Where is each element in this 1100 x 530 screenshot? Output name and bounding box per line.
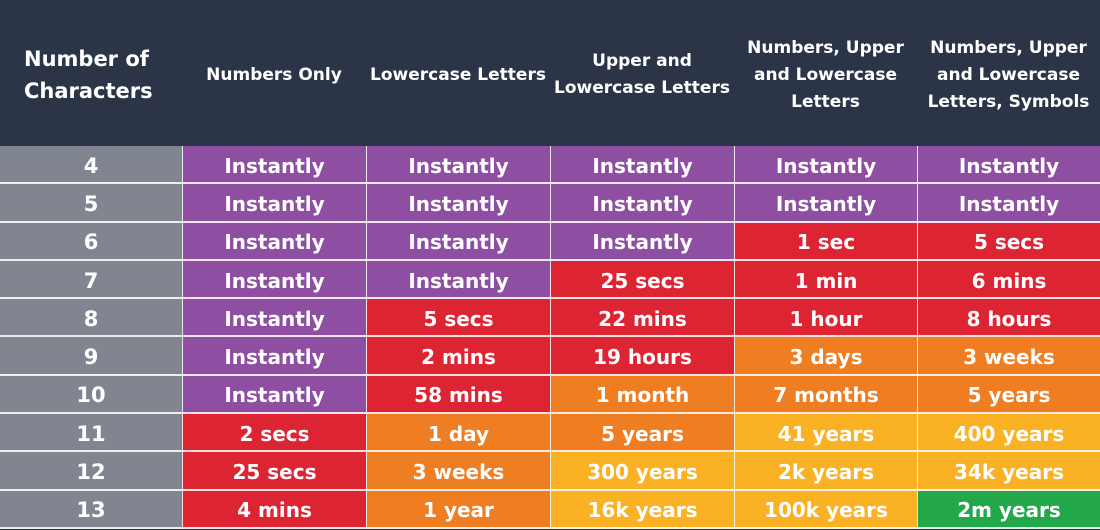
- table-row: 4 Instantly Instantly Instantly Instantly Ins…: [0, 146, 1100, 185]
- table-header: Number of Characters Numbers Only Lowercas…: [0, 0, 1100, 146]
- table-row: 11 2 secs 1 day 5 years 41 years 400 years: [0, 414, 1100, 453]
- crack-time-cell: 3 weeks: [366, 452, 550, 491]
- character-count-cell: 9: [0, 337, 182, 376]
- column-header: Lowercase Letters: [370, 64, 546, 85]
- table-body: 4 Instantly Instantly Instantly Instantly Ins…: [0, 146, 1100, 529]
- crack-time-cell: Instantly: [917, 184, 1100, 223]
- crack-time-cell: 6 mins: [917, 260, 1100, 300]
- crack-time-cell: 1 sec: [734, 222, 917, 261]
- crack-time-cell: 5 years: [917, 375, 1100, 415]
- column-header: Number of Characters: [24, 47, 153, 103]
- table-row: 12 25 secs 3 weeks 300 years 2k years 34k yea…: [0, 452, 1100, 491]
- crack-time-cell: 2 mins: [366, 337, 550, 376]
- character-count-cell: 8: [0, 299, 182, 338]
- character-count-cell: 13: [0, 490, 182, 529]
- crack-time-cell: 100k years: [734, 490, 917, 529]
- crack-time-cell: 3 days: [734, 337, 917, 376]
- crack-time-cell: 300 years: [550, 452, 734, 491]
- crack-time-cell: 7 months: [734, 375, 917, 415]
- character-count-cell: 4: [0, 146, 182, 185]
- crack-time-cell: Instantly: [366, 146, 550, 185]
- column-header: Upper and Lowercase Letters: [554, 51, 730, 98]
- crack-time-cell: Instantly: [366, 260, 550, 300]
- table-row: 5 Instantly Instantly Instantly Instantly Ins…: [0, 184, 1100, 223]
- crack-time-cell: 34k years: [917, 452, 1100, 491]
- crack-time-cell: Instantly: [182, 222, 366, 261]
- table-row: 7 Instantly Instantly 25 secs 1 min 6 mins: [0, 260, 1100, 300]
- table-row: 6 Instantly Instantly Instantly 1 sec 5 secs: [0, 222, 1100, 261]
- character-count-cell: 7: [0, 260, 182, 300]
- crack-time-cell: Instantly: [366, 184, 550, 223]
- crack-time-cell: 2k years: [734, 452, 917, 491]
- crack-time-cell: Instantly: [182, 299, 366, 338]
- character-count-cell: 5: [0, 184, 182, 223]
- crack-time-cell: 4 mins: [182, 490, 366, 529]
- crack-time-cell: Instantly: [734, 184, 917, 223]
- crack-time-cell: Instantly: [182, 146, 366, 185]
- column-header: Numbers, Upper and Lowercase Letters: [747, 37, 904, 112]
- crack-time-cell: Instantly: [366, 222, 550, 261]
- crack-time-cell: Instantly: [734, 146, 917, 185]
- crack-time-cell: 5 secs: [917, 222, 1100, 261]
- character-count-cell: 10: [0, 375, 182, 415]
- crack-time-cell: 1 year: [366, 490, 550, 529]
- crack-time-cell: 3 weeks: [917, 337, 1100, 376]
- crack-time-cell: 19 hours: [550, 337, 734, 376]
- crack-time-cell: 5 secs: [366, 299, 550, 338]
- crack-time-cell: 400 years: [917, 414, 1100, 453]
- crack-time-cell: Instantly: [182, 337, 366, 376]
- crack-time-cell: 16k years: [550, 490, 734, 529]
- crack-time-cell: 41 years: [734, 414, 917, 453]
- crack-time-cell: Instantly: [550, 222, 734, 261]
- crack-time-cell: 22 mins: [550, 299, 734, 338]
- crack-time-cell: 2 secs: [182, 414, 366, 453]
- character-count-cell: 6: [0, 222, 182, 261]
- crack-time-cell: 1 month: [550, 375, 734, 415]
- column-header: Numbers Only: [206, 64, 342, 85]
- crack-time-cell: 5 years: [550, 414, 734, 453]
- crack-time-cell: Instantly: [550, 146, 734, 185]
- crack-time-cell: Instantly: [550, 184, 734, 223]
- crack-time-cell: Instantly: [182, 375, 366, 415]
- character-count-cell: 11: [0, 414, 182, 453]
- crack-time-cell: 8 hours: [917, 299, 1100, 338]
- crack-time-cell: 1 day: [366, 414, 550, 453]
- crack-time-cell: 1 min: [734, 260, 917, 300]
- crack-time-cell: 25 secs: [182, 452, 366, 491]
- table-row: 9 Instantly 2 mins 19 hours 3 days 3 weeks: [0, 337, 1100, 376]
- crack-time-cell: 25 secs: [550, 260, 734, 300]
- crack-time-cell: 1 hour: [734, 299, 917, 338]
- crack-time-cell: 2m years: [917, 490, 1100, 529]
- column-header: Numbers, Upper and Lowercase Letters, Sy…: [927, 37, 1090, 112]
- table-row: 13 4 mins 1 year 16k years 100k years 2m year…: [0, 490, 1100, 529]
- crack-time-cell: 58 mins: [366, 375, 550, 415]
- character-count-cell: 12: [0, 452, 182, 491]
- crack-time-cell: Instantly: [917, 146, 1100, 185]
- crack-time-cell: Instantly: [182, 260, 366, 300]
- table-row: 10 Instantly 58 mins 1 month 7 months 5 years: [0, 375, 1100, 415]
- table-row: 8 Instantly 5 secs 22 mins 1 hour 8 hours: [0, 299, 1100, 338]
- crack-time-cell: Instantly: [182, 184, 366, 223]
